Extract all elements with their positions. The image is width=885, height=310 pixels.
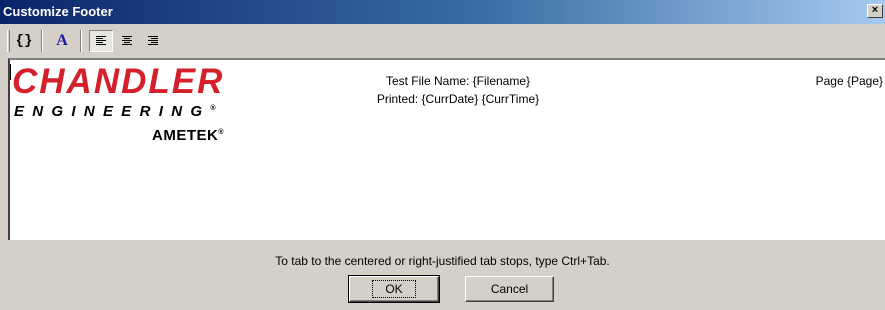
toolbar-separator: [80, 30, 82, 52]
toolbar-separator: [41, 30, 43, 52]
align-center-button[interactable]: [115, 30, 139, 52]
align-center-icon: [122, 36, 132, 45]
logo-chandler-text: CHANDLER: [12, 62, 225, 101]
cancel-button-label: Cancel: [490, 282, 529, 296]
tab-hint-text: To tab to the centered or right-justifie…: [275, 254, 610, 268]
footer-editor[interactable]: CHANDLER ENGINEERING® AMETEK® Test File …: [8, 58, 885, 240]
toolbar-grip: [7, 30, 10, 52]
logo-ametek-text: AMETEK®: [152, 127, 225, 144]
font-icon: A: [56, 32, 68, 49]
close-button[interactable]: ×: [867, 4, 883, 18]
align-left-button[interactable]: [89, 30, 113, 52]
toolbar: {} A: [0, 24, 885, 58]
align-right-icon: [148, 36, 158, 45]
font-button[interactable]: A: [50, 30, 74, 52]
ok-button[interactable]: OK: [348, 275, 440, 303]
close-icon: ×: [871, 4, 879, 16]
printed-line: Printed: {CurrDate} {CurrTime}: [376, 92, 540, 106]
window-title: Customize Footer: [3, 4, 113, 19]
ok-button-label: OK: [372, 280, 416, 298]
page-number-text: Page {Page}: [815, 74, 883, 88]
align-left-icon: [96, 36, 106, 45]
text-caret: [10, 64, 11, 80]
cancel-button[interactable]: Cancel: [465, 276, 554, 302]
insert-field-button[interactable]: {}: [12, 30, 36, 52]
braces-icon: {}: [15, 33, 33, 49]
footer-center-text: Test File Name: {Filename} Printed: {Cur…: [358, 72, 558, 108]
align-right-button[interactable]: [141, 30, 165, 52]
filename-line: Test File Name: {Filename}: [385, 74, 531, 88]
chandler-engineering-logo: CHANDLER ENGINEERING® AMETEK®: [12, 62, 252, 145]
title-bar: Customize Footer ×: [0, 0, 885, 24]
logo-engineering-text: ENGINEERING®: [14, 103, 216, 120]
